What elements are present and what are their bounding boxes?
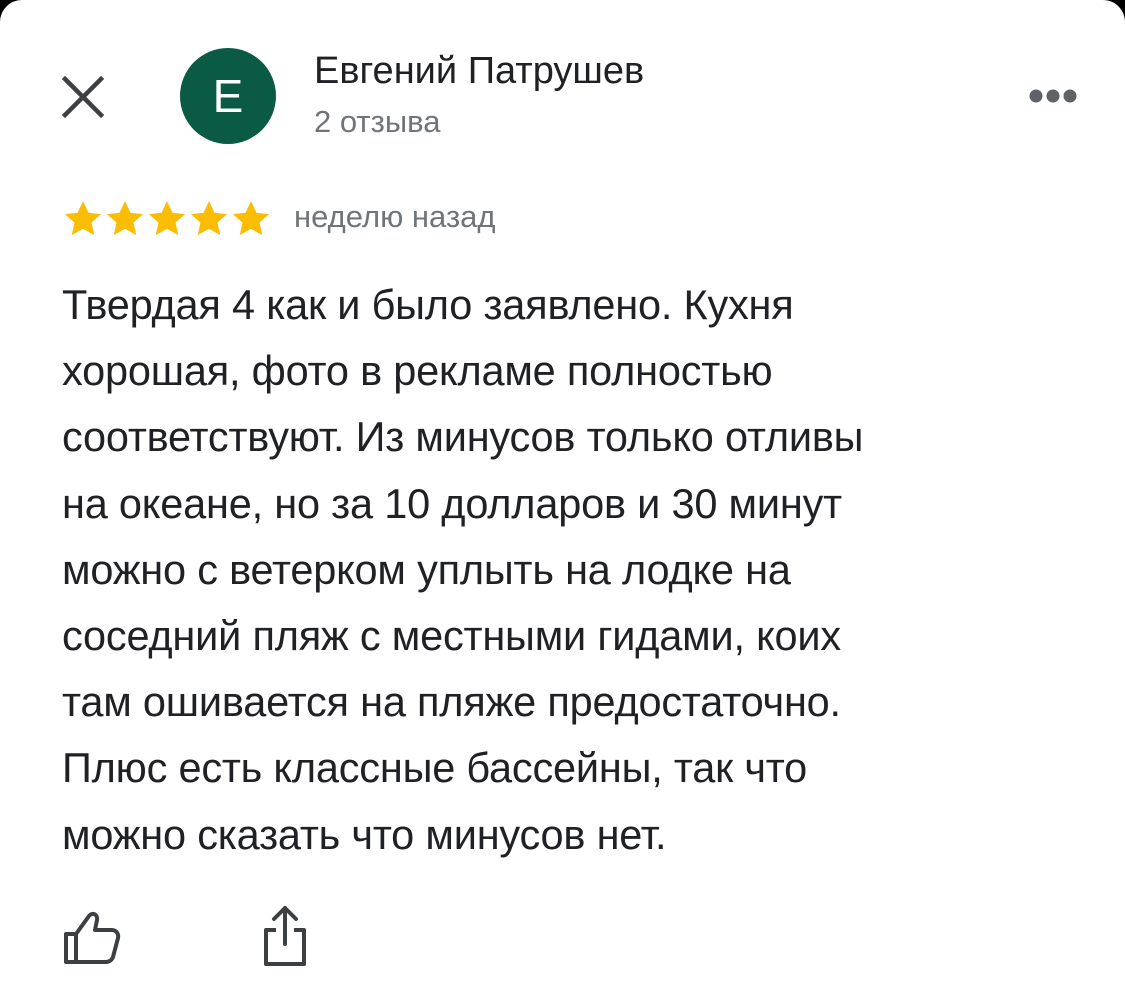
star-icon (64, 201, 102, 236)
review-time: неделю назад (294, 199, 496, 234)
more-options-button[interactable] (1024, 80, 1082, 112)
close-button[interactable] (58, 72, 108, 122)
share-icon (264, 906, 306, 966)
star-icon (148, 201, 186, 236)
author-review-count: 2 отзыва (314, 104, 441, 139)
like-button[interactable] (62, 908, 122, 968)
star-icon (232, 201, 270, 236)
review-text-line: Твердая 4 как и было заявлено. Кухня (62, 281, 794, 328)
review-text-line: на океане, но за 10 долларов и 30 минут (62, 479, 842, 527)
review-text-line: там ошивается на пляже предостаточно. (62, 678, 841, 726)
star-icon (106, 201, 144, 236)
close-icon (61, 75, 105, 119)
share-button[interactable] (262, 904, 308, 968)
review-text-line: можно с ветерком уплыть на лодке на (62, 545, 791, 593)
review-card: Е Евгений Патрушев 2 отзыва неделю назад… (0, 0, 1125, 997)
review-text-line: соседний пляж с местными гидами, коих (62, 612, 841, 660)
author-name[interactable]: Евгений Патрушев (314, 50, 644, 93)
review-text-line: Плюс есть классные бассейны, так что (62, 744, 808, 792)
avatar[interactable]: Е (180, 48, 276, 144)
review-text-line: соответствуют. Из минусов только отливы (62, 413, 864, 461)
star-rating (62, 198, 272, 240)
thumbs-up-icon (64, 911, 121, 964)
review-text: Твердая 4 как и было заявлено. Кухня хоро… (62, 272, 1072, 868)
star-icon (190, 201, 228, 236)
more-horizontal-icon (1029, 89, 1077, 103)
review-text-line: можно сказать что минусов нет. (62, 810, 667, 858)
review-text-line: хорошая, фото в рекламе полностью (62, 347, 773, 395)
